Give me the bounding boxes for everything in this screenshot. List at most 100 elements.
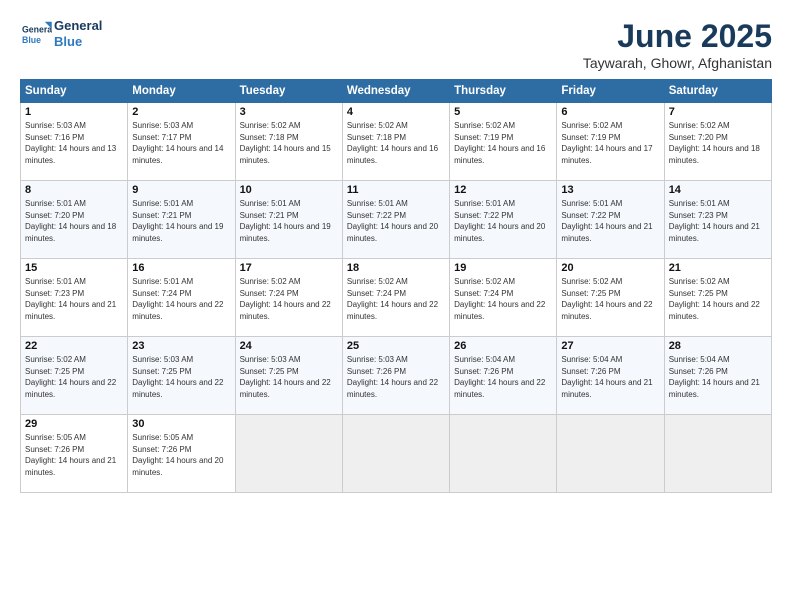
table-row: 17Sunrise: 5:02 AMSunset: 7:24 PMDayligh… [235,259,342,337]
day-number: 22 [25,340,123,352]
table-row: 18Sunrise: 5:02 AMSunset: 7:24 PMDayligh… [342,259,449,337]
table-row: 29 Sunrise: 5:05 AMSunset: 7:26 PMDayligh… [21,415,128,493]
table-row: 10 Sunrise: 5:01 AMSunset: 7:21 PMDayligh… [235,181,342,259]
day-number: 30 [132,418,230,430]
day-number: 16 [132,262,230,274]
day-number: 10 [240,184,338,196]
day-detail: Sunrise: 5:02 AMSunset: 7:18 PMDaylight:… [240,120,338,166]
day-number: 21 [669,262,767,274]
table-row: 19 Sunrise: 5:02 AMSunset: 7:24 PMDayligh… [450,259,557,337]
table-row: 30 Sunrise: 5:05 AMSunset: 7:26 PMDayligh… [128,415,235,493]
day-detail: Sunrise: 5:05 AMSunset: 7:26 PMDaylight:… [25,432,123,478]
day-detail: Sunrise: 5:04 AMSunset: 7:26 PMDaylight:… [669,354,767,400]
day-number: 17 [240,262,338,274]
table-row: 2 Sunrise: 5:03 AMSunset: 7:17 PMDaylight… [128,103,235,181]
calendar-week-row: 8 Sunrise: 5:01 AMSunset: 7:20 PMDaylight… [21,181,772,259]
day-number: 29 [25,418,123,430]
col-tuesday: Tuesday [235,80,342,103]
day-detail: Sunrise: 5:01 AMSunset: 7:21 PMDaylight:… [240,198,338,244]
day-number: 27 [561,340,659,352]
day-detail: Sunrise: 5:03 AMSunset: 7:25 PMDaylight:… [240,354,338,400]
table-row: 23Sunrise: 5:03 AMSunset: 7:25 PMDayligh… [128,337,235,415]
day-number: 28 [669,340,767,352]
day-number: 24 [240,340,338,352]
day-detail: Sunrise: 5:01 AMSunset: 7:20 PMDaylight:… [25,198,123,244]
col-wednesday: Wednesday [342,80,449,103]
day-detail: Sunrise: 5:03 AMSunset: 7:17 PMDaylight:… [132,120,230,166]
day-detail: Sunrise: 5:03 AMSunset: 7:16 PMDaylight:… [25,120,123,166]
day-number: 8 [25,184,123,196]
day-number: 2 [132,106,230,118]
table-row: 20 Sunrise: 5:02 AMSunset: 7:25 PMDayligh… [557,259,664,337]
day-detail: Sunrise: 5:02 AMSunset: 7:25 PMDaylight:… [25,354,123,400]
table-row [450,415,557,493]
table-row [557,415,664,493]
day-number: 7 [669,106,767,118]
day-detail: Sunrise: 5:02 AMSunset: 7:25 PMDaylight:… [669,276,767,322]
day-number: 14 [669,184,767,196]
day-detail: Sunrise: 5:02 AMSunset: 7:19 PMDaylight:… [561,120,659,166]
table-row: 14Sunrise: 5:01 AMSunset: 7:23 PMDayligh… [664,181,771,259]
table-row: 22 Sunrise: 5:02 AMSunset: 7:25 PMDayligh… [21,337,128,415]
table-row: 9 Sunrise: 5:01 AMSunset: 7:21 PMDaylight… [128,181,235,259]
day-detail: Sunrise: 5:02 AMSunset: 7:18 PMDaylight:… [347,120,445,166]
day-detail: Sunrise: 5:02 AMSunset: 7:25 PMDaylight:… [561,276,659,322]
header-row: Sunday Monday Tuesday Wednesday Thursday… [21,80,772,103]
day-number: 4 [347,106,445,118]
table-row: 25Sunrise: 5:03 AMSunset: 7:26 PMDayligh… [342,337,449,415]
calendar-table: Sunday Monday Tuesday Wednesday Thursday… [20,79,772,493]
table-row [235,415,342,493]
page: General Blue General Blue June 2025 Tayw… [0,0,792,612]
table-row: 26Sunrise: 5:04 AMSunset: 7:26 PMDayligh… [450,337,557,415]
table-row: 7Sunrise: 5:02 AMSunset: 7:20 PMDaylight… [664,103,771,181]
day-detail: Sunrise: 5:01 AMSunset: 7:23 PMDaylight:… [25,276,123,322]
day-number: 1 [25,106,123,118]
table-row: 5 Sunrise: 5:02 AMSunset: 7:19 PMDaylight… [450,103,557,181]
day-number: 23 [132,340,230,352]
table-row: 28 Sunrise: 5:04 AMSunset: 7:26 PMDayligh… [664,337,771,415]
table-row [342,415,449,493]
col-thursday: Thursday [450,80,557,103]
day-detail: Sunrise: 5:05 AMSunset: 7:26 PMDaylight:… [132,432,230,478]
calendar-week-row: 15 Sunrise: 5:01 AMSunset: 7:23 PMDayligh… [21,259,772,337]
header: General Blue General Blue June 2025 Tayw… [20,18,772,71]
day-number: 18 [347,262,445,274]
day-detail: Sunrise: 5:01 AMSunset: 7:24 PMDaylight:… [132,276,230,322]
col-monday: Monday [128,80,235,103]
day-number: 5 [454,106,552,118]
table-row: 21 Sunrise: 5:02 AMSunset: 7:25 PMDayligh… [664,259,771,337]
svg-text:General: General [22,24,52,34]
title-block: June 2025 Taywarah, Ghowr, Afghanistan [583,18,772,71]
day-detail: Sunrise: 5:03 AMSunset: 7:26 PMDaylight:… [347,354,445,400]
table-row: 8 Sunrise: 5:01 AMSunset: 7:20 PMDaylight… [21,181,128,259]
day-detail: Sunrise: 5:04 AMSunset: 7:26 PMDaylight:… [561,354,659,400]
table-row: 13 Sunrise: 5:01 AMSunset: 7:22 PMDayligh… [557,181,664,259]
day-number: 9 [132,184,230,196]
table-row: 15 Sunrise: 5:01 AMSunset: 7:23 PMDayligh… [21,259,128,337]
day-detail: Sunrise: 5:02 AMSunset: 7:24 PMDaylight:… [454,276,552,322]
table-row: 4 Sunrise: 5:02 AMSunset: 7:18 PMDaylight… [342,103,449,181]
day-detail: Sunrise: 5:01 AMSunset: 7:22 PMDaylight:… [347,198,445,244]
calendar-week-row: 1 Sunrise: 5:03 AMSunset: 7:16 PMDaylight… [21,103,772,181]
logo-text: General Blue [54,18,102,49]
day-number: 20 [561,262,659,274]
day-number: 13 [561,184,659,196]
logo-icon: General Blue [20,20,52,48]
day-number: 19 [454,262,552,274]
day-number: 6 [561,106,659,118]
day-detail: Sunrise: 5:01 AMSunset: 7:21 PMDaylight:… [132,198,230,244]
day-detail: Sunrise: 5:01 AMSunset: 7:22 PMDaylight:… [561,198,659,244]
day-number: 26 [454,340,552,352]
col-sunday: Sunday [21,80,128,103]
month-title: June 2025 [583,18,772,55]
table-row: 27 Sunrise: 5:04 AMSunset: 7:26 PMDayligh… [557,337,664,415]
day-detail: Sunrise: 5:02 AMSunset: 7:19 PMDaylight:… [454,120,552,166]
table-row: 6 Sunrise: 5:02 AMSunset: 7:19 PMDaylight… [557,103,664,181]
location-title: Taywarah, Ghowr, Afghanistan [583,55,772,71]
day-number: 12 [454,184,552,196]
table-row: 16 Sunrise: 5:01 AMSunset: 7:24 PMDayligh… [128,259,235,337]
day-detail: Sunrise: 5:01 AMSunset: 7:22 PMDaylight:… [454,198,552,244]
day-number: 15 [25,262,123,274]
table-row [664,415,771,493]
col-friday: Friday [557,80,664,103]
